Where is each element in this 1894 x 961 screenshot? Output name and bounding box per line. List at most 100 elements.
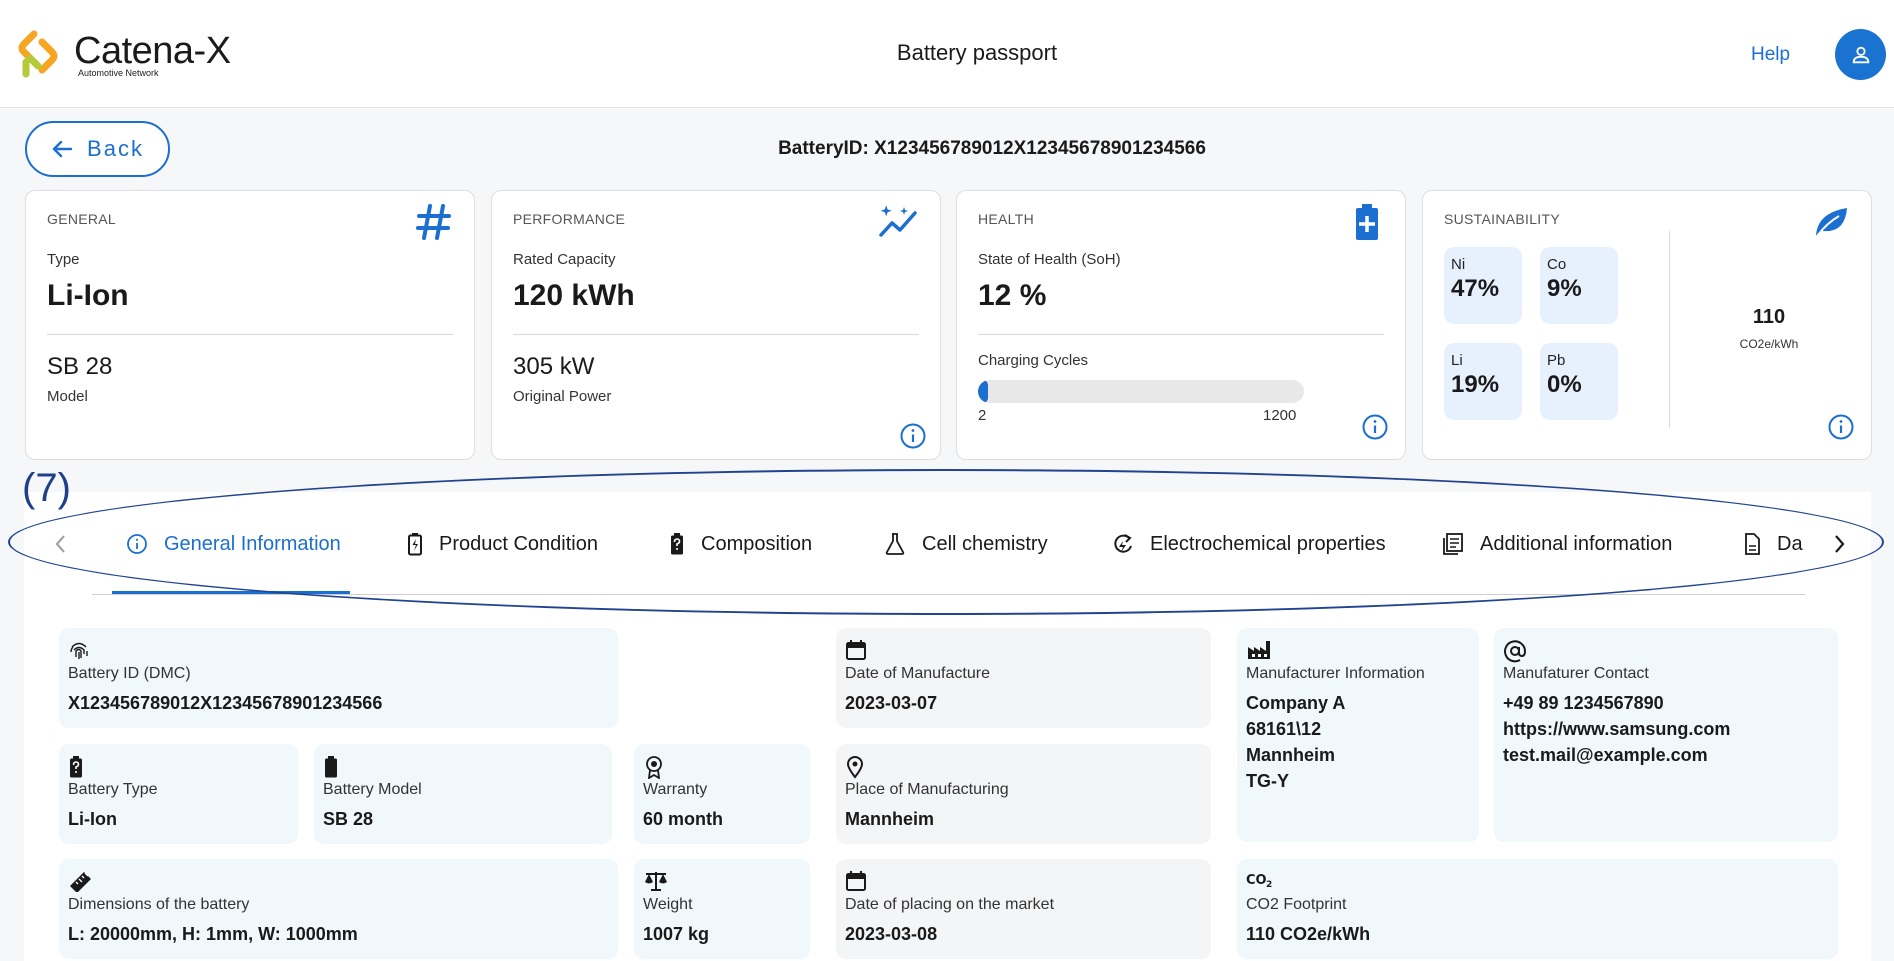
- flask-icon: [885, 533, 905, 555]
- tab-composition[interactable]: Composition: [669, 529, 812, 559]
- cycles-label: Charging Cycles: [978, 352, 1089, 369]
- tile-value: 2023-03-07: [845, 693, 938, 713]
- tab-scroll-left-button[interactable]: [50, 530, 70, 558]
- tile-label: Dimensions of the battery: [68, 896, 250, 913]
- sustainability-card: SUSTAINABILITY Ni 47% Co 9% Li 19% Pb 0%…: [1422, 190, 1872, 460]
- card-divider: [47, 334, 453, 335]
- capacity-label: Rated Capacity: [513, 251, 616, 268]
- date-of-manufacture-tile: Date of Manufacture 2023-03-07: [836, 628, 1211, 728]
- model-value: SB 28: [47, 353, 113, 380]
- tile-label: Date of placing on the market: [845, 896, 1055, 913]
- tile-label: Battery Type: [68, 781, 158, 798]
- manufacturer-email[interactable]: test.mail@example.com: [1503, 742, 1730, 768]
- co2-icon: CO 2: [1246, 870, 1272, 893]
- tab-additional-information[interactable]: Additional information: [1442, 529, 1672, 559]
- tile-value: X123456789012X12345678901234566: [68, 693, 383, 713]
- tile-label: CO2 Footprint: [1246, 896, 1347, 913]
- page-title: Battery passport: [896, 40, 1058, 65]
- battery-model-tile: Battery Model SB 28: [314, 744, 612, 844]
- tab-label: Product Condition: [439, 532, 598, 555]
- tile-value: Li-Ion: [68, 809, 117, 829]
- tab-electrochemical-properties[interactable]: Electrochemical properties: [1112, 529, 1386, 559]
- battery-id-heading: BatteryID: X123456789012X123456789012345…: [0, 138, 1894, 160]
- factory-icon: [1246, 639, 1272, 666]
- type-label: Type: [47, 251, 80, 268]
- electrochemical-icon: [1114, 534, 1132, 553]
- scale-icon: [643, 870, 669, 897]
- tile-label: Place of Manufacturing: [845, 781, 1009, 798]
- soh-label: State of Health (SoH): [978, 251, 1121, 268]
- material-percent: 19%: [1451, 371, 1500, 398]
- performance-card: PERFORMANCE Rated Capacity 120 kWh 305 k…: [491, 190, 941, 460]
- power-label: Original Power: [513, 388, 612, 405]
- user-icon: [1852, 46, 1869, 63]
- cycles-progress-fill: [978, 380, 988, 403]
- tile-value: SB 28: [323, 809, 374, 829]
- battery-id-heading-text: BatteryID: X123456789012X123456789012345…: [778, 138, 1206, 159]
- info-icon: [127, 534, 147, 554]
- ruler-icon: [68, 870, 94, 897]
- leaf-icon: [1813, 205, 1849, 244]
- annotation-label: (7): [22, 466, 71, 510]
- tile-value: 60 month: [643, 809, 724, 829]
- cycles-progress-bar: [978, 380, 1304, 403]
- performance-chart-icon: [878, 203, 918, 244]
- tile-value: Company A 68161\12 Mannheim TG-Y: [1246, 690, 1345, 794]
- manufacturer-contact-tile: Manufaturer Contact +49 89 1234567890 ht…: [1494, 628, 1838, 842]
- manufacturer-website[interactable]: https://www.samsung.com: [1503, 716, 1730, 742]
- date-of-market-tile: Date of placing on the market 2023-03-08: [836, 859, 1211, 959]
- tab-label: General Information: [164, 532, 341, 555]
- tab-label: Electrochemical properties: [1150, 532, 1386, 555]
- place-of-manufacturing-tile: Place of Manufacturing Mannheim: [836, 744, 1211, 844]
- co2-footprint-tile: CO 2 CO2 Footprint 110 CO2e/kWh: [1237, 859, 1838, 959]
- material-chip: Pb 0%: [1540, 343, 1618, 420]
- battery-type-tile: Battery Type Li-Ion: [59, 744, 298, 844]
- type-value: Li-Ion: [47, 279, 129, 312]
- card-vertical-divider: [1669, 231, 1670, 428]
- card-category: SUSTAINABILITY: [1444, 211, 1560, 227]
- tab-label: Da: [1777, 532, 1803, 555]
- info-icon[interactable]: [1361, 413, 1389, 446]
- manufacturer-city: Mannheim: [1246, 745, 1336, 765]
- tile-value: 1007 kg: [643, 924, 710, 944]
- tab-da[interactable]: Da: [1743, 529, 1803, 559]
- material-chip: Li 19%: [1444, 343, 1522, 420]
- material-symbol: Li: [1451, 352, 1463, 369]
- tab-scroll-right-button[interactable]: [1830, 530, 1850, 558]
- warranty-tile: Warranty 60 month: [634, 744, 810, 844]
- active-tab-indicator: [112, 591, 350, 594]
- material-percent: 47%: [1451, 275, 1500, 302]
- tile-label: Battery Model: [323, 781, 422, 798]
- tab-general-information[interactable]: General Information: [126, 529, 341, 559]
- document-list-icon: [1443, 533, 1463, 555]
- help-link[interactable]: Help: [1751, 44, 1790, 66]
- battery-icon: [323, 755, 339, 784]
- battery-unknown-icon: [671, 533, 683, 555]
- manufacturer-company: Company A: [1246, 693, 1346, 713]
- tile-value: L: 20000mm, H: 1mm, W: 1000mm: [68, 924, 358, 944]
- battery-charging-icon: [408, 533, 422, 556]
- hash-icon: [416, 203, 452, 246]
- tab-product-condition[interactable]: Product Condition: [407, 529, 598, 559]
- material-chip: Co 9%: [1540, 247, 1618, 324]
- manufacturer-code: TG-Y: [1246, 771, 1289, 791]
- tile-value: 2023-03-08: [845, 924, 938, 944]
- tabs-divider: [92, 594, 1805, 595]
- tile-value: Mannheim: [845, 809, 935, 829]
- app-header: Catena-X Automotive Network Battery pass…: [0, 0, 1894, 108]
- battery-id-tile: Battery ID (DMC) X123456789012X123456789…: [59, 628, 618, 728]
- info-icon[interactable]: [899, 422, 927, 455]
- material-symbol: Pb: [1547, 352, 1566, 369]
- tile-label: Manufaturer Contact: [1503, 665, 1649, 682]
- tab-cell-chemistry[interactable]: Cell chemistry: [884, 529, 1048, 559]
- calendar-icon: [845, 870, 867, 897]
- calendar-icon: [845, 639, 867, 666]
- fingerprint-icon: [68, 639, 90, 666]
- location-pin-icon: [845, 755, 865, 784]
- dimensions-tile: Dimensions of the battery L: 20000mm, H:…: [59, 859, 618, 959]
- tab-label: Composition: [701, 532, 813, 555]
- manufacturer-phone[interactable]: +49 89 1234567890: [1503, 690, 1730, 716]
- cycles-min: 2: [978, 407, 987, 424]
- info-icon[interactable]: [1827, 413, 1855, 446]
- user-avatar-button[interactable]: [1835, 29, 1886, 80]
